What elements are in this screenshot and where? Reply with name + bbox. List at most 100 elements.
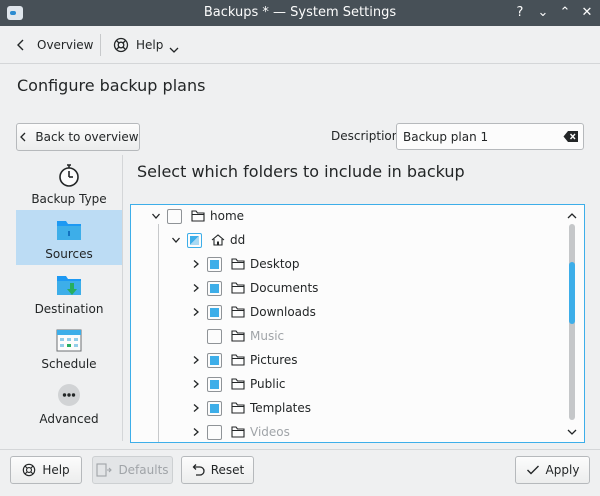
apply-button[interactable]: Apply: [515, 456, 590, 484]
sources-title: Select which folders to include in backu…: [137, 162, 465, 181]
window-title: Backups * — System Settings: [203, 5, 397, 20]
sidebar-item-schedule[interactable]: Schedule: [16, 320, 122, 375]
collapsed-arrow-icon[interactable]: [189, 353, 203, 367]
top-toolbar: Overview Help: [0, 26, 600, 64]
tree-row-label: Documents: [250, 281, 319, 295]
tree-row-label: Desktop: [250, 257, 300, 271]
folder-icon: [231, 330, 245, 342]
folder-icon: [57, 221, 81, 240]
backup-type-icon: [59, 164, 79, 187]
defaults-button[interactable]: Defaults: [92, 456, 173, 484]
tree-row-downloads[interactable]: Downloads: [189, 301, 316, 323]
help-button[interactable]: Help: [10, 456, 82, 484]
help-label: Help: [136, 38, 164, 52]
tree-row-label: Music: [250, 329, 285, 343]
calendar-icon: [56, 329, 82, 352]
tree-row-templates[interactable]: Templates: [189, 397, 311, 419]
sidebar-item-destination[interactable]: Destination: [16, 265, 122, 320]
overview-label: Overview: [37, 38, 94, 52]
expanded-arrow-icon[interactable]: [169, 233, 183, 247]
apply-button-label: Apply: [545, 463, 580, 477]
description-input[interactable]: [396, 123, 584, 150]
maximize-button[interactable]: ⌃: [556, 4, 574, 22]
checkmark-icon: [526, 465, 539, 475]
collapsed-arrow-icon[interactable]: [189, 281, 203, 295]
chevron-left-icon: [20, 132, 26, 142]
pictures-checkbox[interactable]: [207, 352, 222, 368]
tree-row-label: Videos: [250, 425, 290, 439]
collapsed-arrow-icon[interactable]: [189, 257, 203, 271]
folder-icon: [231, 402, 245, 414]
sidebar-item-label: Schedule: [41, 357, 97, 371]
minimize-button[interactable]: ⌄: [534, 4, 552, 22]
tree-row-home[interactable]: home: [149, 205, 244, 227]
home-icon: [211, 234, 225, 246]
defaults-button-label: Defaults: [118, 463, 169, 477]
templates-checkbox[interactable]: [207, 400, 222, 416]
tree-row-music[interactable]: Music: [189, 325, 284, 347]
tree-arrow-placeholder: [189, 329, 203, 343]
tree-row-label: Downloads: [250, 305, 316, 319]
close-window-button[interactable]: ✕: [578, 4, 596, 22]
folder-icon: [231, 354, 245, 366]
folder-icon: [191, 210, 205, 222]
overview-button[interactable]: Overview: [14, 33, 94, 57]
settings-sidebar: Backup Type Sources Destination Schedule…: [16, 155, 123, 441]
sidebar-item-backup-type[interactable]: Backup Type: [16, 155, 122, 210]
undo-icon: [192, 464, 205, 476]
help-window-button[interactable]: ?: [511, 4, 529, 22]
footer-separator: [0, 449, 600, 450]
help-menu-button[interactable]: Help: [113, 33, 180, 57]
reset-button-label: Reset: [210, 463, 245, 477]
tree-row-dd[interactable]: dd: [169, 229, 245, 251]
folder-tree[interactable]: home dd Desktop Documents Downloads Musi…: [130, 204, 585, 443]
tree-row-documents[interactable]: Documents: [189, 277, 318, 299]
sidebar-item-label: Destination: [34, 302, 104, 316]
folder-icon: [231, 378, 245, 390]
music-checkbox[interactable]: [207, 328, 222, 344]
toolbar-separator: [100, 34, 101, 56]
expanded-arrow-icon[interactable]: [149, 209, 163, 223]
tree-row-pictures[interactable]: Pictures: [189, 349, 298, 371]
sidebar-item-advanced[interactable]: Advanced: [16, 375, 122, 430]
reset-button[interactable]: Reset: [181, 456, 254, 484]
scroll-up-icon[interactable]: [565, 210, 579, 222]
chevron-down-icon: [169, 47, 179, 53]
document-reset-icon: [96, 463, 113, 477]
tree-row-videos[interactable]: Videos: [189, 421, 290, 442]
tree-row-public[interactable]: Public: [189, 373, 286, 395]
tree-guide-line: [158, 224, 159, 442]
tree-row-label: Pictures: [250, 353, 298, 367]
home-checkbox[interactable]: [167, 208, 182, 224]
more-icon: [58, 384, 80, 406]
videos-checkbox[interactable]: [207, 424, 222, 440]
description-label: Description:: [331, 129, 404, 143]
folder-icon: [231, 426, 245, 438]
help-button-label: Help: [42, 463, 70, 477]
folder-icon: [231, 282, 245, 294]
collapsed-arrow-icon[interactable]: [189, 401, 203, 415]
desktop-checkbox[interactable]: [207, 256, 222, 272]
chevron-left-icon: [17, 39, 24, 51]
window-titlebar: Backups * — System Settings ? ⌄ ⌃ ✕: [0, 0, 600, 26]
downloads-checkbox[interactable]: [207, 304, 222, 320]
lifebuoy-icon: [23, 463, 36, 477]
collapsed-arrow-icon[interactable]: [189, 305, 203, 319]
scroll-thumb[interactable]: [569, 262, 575, 324]
sidebar-item-label: Sources: [45, 247, 93, 261]
page-title: Configure backup plans: [17, 76, 206, 95]
dd-checkbox[interactable]: [187, 232, 202, 248]
tree-scrollbar[interactable]: [565, 210, 579, 440]
tree-row-label: dd: [230, 233, 246, 247]
collapsed-arrow-icon[interactable]: [189, 377, 203, 391]
tree-row-desktop[interactable]: Desktop: [189, 253, 300, 275]
tree-row-label: home: [210, 209, 245, 223]
documents-checkbox[interactable]: [207, 280, 222, 296]
public-checkbox[interactable]: [207, 376, 222, 392]
clear-text-icon[interactable]: [563, 130, 579, 143]
tree-row-label: Templates: [250, 401, 312, 415]
collapsed-arrow-icon[interactable]: [189, 425, 203, 439]
scroll-down-icon[interactable]: [565, 426, 579, 438]
sidebar-item-sources[interactable]: Sources: [16, 210, 122, 265]
back-to-overview-button[interactable]: Back to overview: [16, 123, 140, 151]
